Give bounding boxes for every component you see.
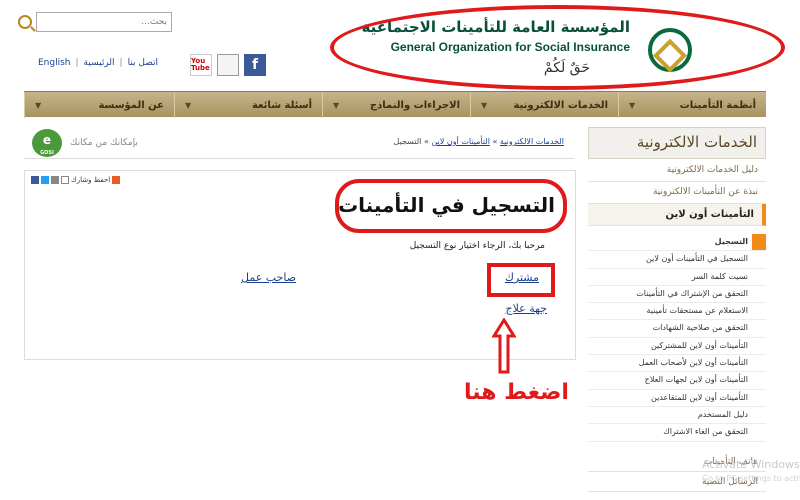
sidebar-item-eservices-guide[interactable]: دليل الخدمات الالكترونية xyxy=(588,160,766,182)
activate-windows-watermark: Activate Windows xyxy=(702,458,800,471)
sidebar-subitem[interactable]: الاستعلام عن مستحقات تأمينية xyxy=(588,303,766,321)
search-area xyxy=(18,12,172,32)
employer-link[interactable]: صاحب عمل xyxy=(241,271,296,284)
breadcrumb-link[interactable]: الخدمات الالكترونية xyxy=(500,137,564,146)
nav-label: عن المؤسسة xyxy=(98,99,164,111)
egosi-label: GOSI xyxy=(40,150,54,156)
sidebar-title: الخدمات الالكترونية xyxy=(588,127,766,159)
chevron-down-icon: ▼ xyxy=(481,100,488,110)
nav-item-about[interactable]: عن المؤسسة ▼ xyxy=(24,92,174,118)
share-label: احفظ وشارك xyxy=(71,176,111,184)
welcome-text: مرحبا بك، الرجاء اختيار نوع التسجيل xyxy=(409,241,545,251)
arrow-up-icon xyxy=(492,318,516,374)
sidebar-subitem[interactable]: التأمينات أون لاين لأصحاب العمل xyxy=(588,355,766,373)
breadcrumb: الخدمات الالكترونية » التأمينات أون لاين… xyxy=(394,137,564,146)
sidebar-submenu: التسجيل التسجيل في التأمينات أون لاين نس… xyxy=(588,234,766,442)
nav-item-faq[interactable]: أسئلة شائعة ▼ xyxy=(174,92,322,118)
sidebar-subitem[interactable]: التأمينات أون لاين لجهات العلاج xyxy=(588,372,766,390)
home-link[interactable]: الرئيسية xyxy=(84,58,115,68)
egosi-letter: e xyxy=(42,133,52,147)
nav-label: أنظمة التأمينات xyxy=(679,99,756,111)
search-input[interactable] xyxy=(36,12,172,32)
sidebar-item-about-einsurance[interactable]: نبذة عن التأمينات الالكترونية xyxy=(588,182,766,204)
top-links: English | الرئيسية | اتصل بنا xyxy=(38,58,158,68)
nav-label: الاجراءات والنماذج xyxy=(369,99,460,111)
search-icon[interactable] xyxy=(18,15,32,29)
breadcrumb-current: التسجيل xyxy=(393,137,422,146)
sidebar-subitem[interactable]: التأمينات أون لاين للمتقاعدين xyxy=(588,390,766,407)
nav-item-procedures-forms[interactable]: الاجراءات والنماذج ▼ xyxy=(322,92,470,118)
nav-label: الخدمات الالكترونية xyxy=(513,99,608,111)
share-bar[interactable]: احفظ وشارك xyxy=(31,176,121,184)
youtube-icon[interactable]: You Tube xyxy=(190,54,212,76)
mobile-banner-text[interactable]: بإمكانك من مكانك xyxy=(70,138,138,148)
chevron-down-icon: ▼ xyxy=(185,100,192,110)
sidebar-subitem[interactable]: دليل المستخدم xyxy=(588,407,766,425)
document-icon[interactable] xyxy=(217,54,239,76)
page-title: التسجيل في التأمينات xyxy=(338,193,555,217)
sidebar-subitem[interactable]: التحقق من الإشتراك في التأمينات xyxy=(588,286,766,304)
chevron-down-icon: ▼ xyxy=(333,100,340,110)
nav-label: أسئلة شائعة xyxy=(251,99,312,111)
separator: | xyxy=(119,58,123,68)
chevron-down-icon: ▼ xyxy=(35,100,42,110)
sidebar-item-online-insurance[interactable]: التأمينات أون لاين xyxy=(588,204,766,226)
breadcrumb-bar: الخدمات الالكترونية » التأمينات أون لاين… xyxy=(24,127,574,159)
plus-icon[interactable] xyxy=(112,176,121,184)
main-nav: أنظمة التأمينات ▼ الخدمات الالكترونية ▼ ال… xyxy=(24,91,766,118)
email-share-icon[interactable] xyxy=(51,176,59,184)
english-link[interactable]: English xyxy=(38,58,71,68)
sidebar-subitem[interactable]: التحقق من صلاحية الشهادات xyxy=(588,320,766,338)
chevron-down-icon: ▼ xyxy=(629,100,636,110)
treatment-entity-link[interactable]: جهة علاج xyxy=(506,302,548,315)
logo-highlight-annotation xyxy=(330,5,785,90)
activate-windows-subtext: Go to PC settings to activate xyxy=(702,474,800,483)
sidebar-subitem-registration[interactable]: التسجيل xyxy=(588,234,766,252)
nav-item-insurance-systems[interactable]: أنظمة التأمينات ▼ xyxy=(618,92,766,118)
press-here-annotation: اضغط هنا xyxy=(464,380,569,405)
print-icon[interactable] xyxy=(61,176,69,184)
sidebar-menu: دليل الخدمات الالكترونية نبذة عن التأمين… xyxy=(588,160,766,226)
sidebar-subitem[interactable]: التسجيل في التأمينات أون لاين xyxy=(588,251,766,269)
sidebar-subitem[interactable]: التحقق من الغاء الاشتراك xyxy=(588,424,766,442)
breadcrumb-separator: » xyxy=(489,137,500,146)
sidebar-subitem[interactable]: التأمينات أون لاين للمشتركين xyxy=(588,338,766,356)
twitter-share-icon[interactable] xyxy=(41,176,49,184)
contact-link[interactable]: اتصل بنا xyxy=(128,58,158,68)
breadcrumb-link[interactable]: التأمينات أون لاين xyxy=(431,137,490,146)
separator: | xyxy=(75,58,79,68)
breadcrumb-separator: » xyxy=(421,137,432,146)
social-icons: You Tube f xyxy=(190,54,266,76)
facebook-icon[interactable]: f xyxy=(244,54,266,76)
sidebar-subitem[interactable]: نسيت كلمة السر xyxy=(588,269,766,286)
nav-item-eservices[interactable]: الخدمات الالكترونية ▼ xyxy=(470,92,618,118)
facebook-share-icon[interactable] xyxy=(31,176,39,184)
subscriber-highlight-annotation xyxy=(487,263,555,297)
egosi-icon[interactable]: e GOSI xyxy=(32,129,62,157)
